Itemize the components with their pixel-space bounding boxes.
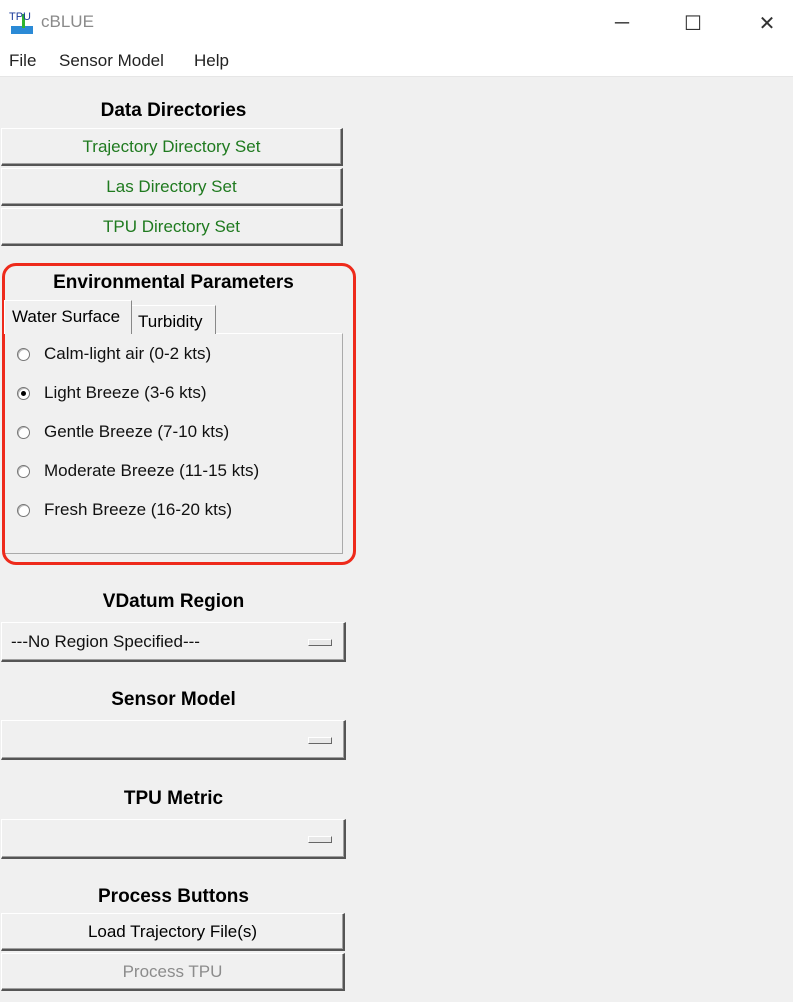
app-icon-text: TPU <box>9 11 31 23</box>
las-directory-button[interactable]: Las Directory Set <box>1 168 343 206</box>
menu-sensor-model[interactable]: Sensor Model <box>59 51 164 71</box>
maximize-icon: ☐ <box>684 12 702 35</box>
menu-file[interactable]: File <box>9 51 36 71</box>
tpu-directory-button[interactable]: TPU Directory Set <box>1 208 343 246</box>
minimize-icon: ─ <box>614 11 630 34</box>
tpu-metric-dropdown[interactable] <box>1 819 346 859</box>
minimize-button[interactable]: ─ <box>592 0 652 46</box>
menu-help[interactable]: Help <box>194 51 229 71</box>
dropdown-indicator-icon <box>308 639 332 646</box>
menu-bar: File Sensor Model Help <box>0 46 793 77</box>
process-buttons-title: Process Buttons <box>98 886 249 907</box>
close-button[interactable]: ✕ <box>737 0 793 46</box>
process-tpu-button[interactable]: Process TPU <box>1 953 345 991</box>
dropdown-indicator-icon <box>308 836 332 843</box>
data-directories-title: Data Directories <box>100 100 247 121</box>
dropdown-indicator-icon <box>308 737 332 744</box>
app-icon: TPU <box>9 11 33 34</box>
tab-water-surface[interactable]: Water Surface <box>4 300 132 334</box>
title-bar: TPU cBLUE ─ ☐ ✕ <box>0 0 793 46</box>
vdatum-region-value: ---No Region Specified--- <box>11 632 200 651</box>
load-trajectory-button[interactable]: Load Trajectory File(s) <box>1 913 345 951</box>
sensor-model-dropdown[interactable] <box>1 720 346 760</box>
window-title: cBLUE <box>41 12 94 31</box>
tpu-metric-title: TPU Metric <box>123 788 224 809</box>
trajectory-directory-button[interactable]: Trajectory Directory Set <box>1 128 343 166</box>
maximize-button[interactable]: ☐ <box>663 0 723 46</box>
close-icon: ✕ <box>758 12 776 35</box>
sensor-model-title: Sensor Model <box>111 689 236 710</box>
vdatum-region-title: VDatum Region <box>102 591 245 612</box>
vdatum-region-dropdown[interactable]: ---No Region Specified--- <box>1 622 346 662</box>
